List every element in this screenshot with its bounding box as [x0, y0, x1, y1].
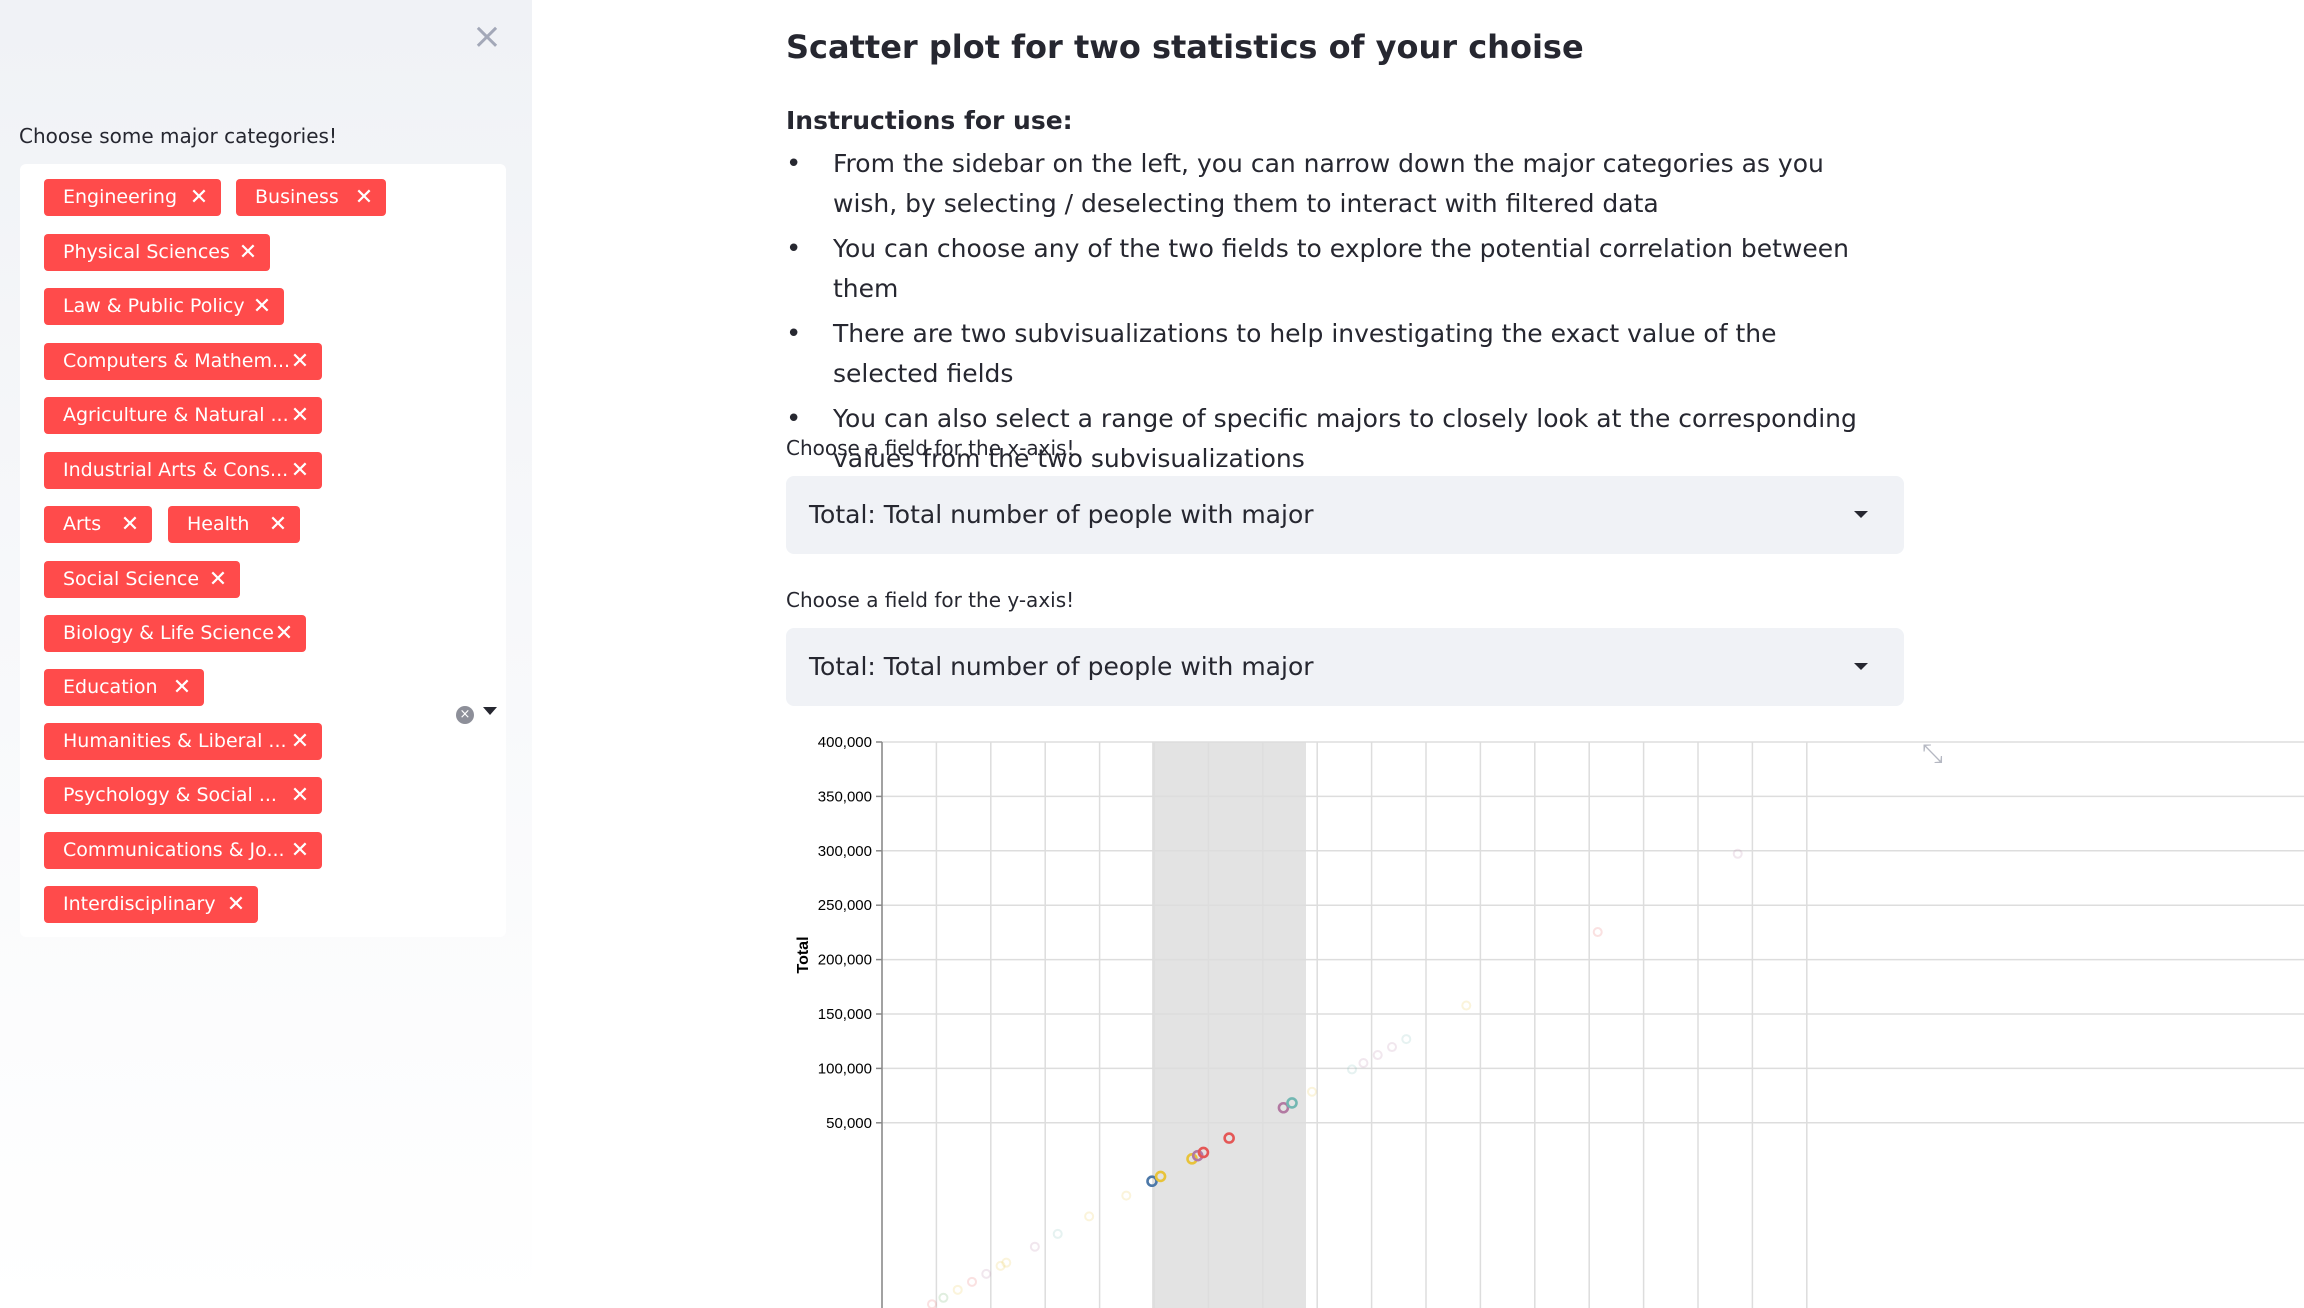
- tag-label: Engineering: [63, 186, 177, 208]
- tag-engineering: Engineering ✕: [44, 179, 221, 216]
- y-tick-label: 150,000: [818, 1006, 872, 1023]
- remove-tag-icon[interactable]: ✕: [278, 343, 322, 380]
- instruction-item: From the sidebar on the left, you can na…: [786, 144, 1886, 224]
- scatter-chart[interactable]: 400,000 350,000 300,000 250,000 200,000 150,0…: [780, 720, 2304, 1308]
- remove-tag-icon[interactable]: ✕: [240, 288, 284, 325]
- scatter-point-faded: [1052, 1228, 1063, 1239]
- x-axis-field-select[interactable]: Total: Total number of people with major: [786, 476, 1904, 554]
- close-sidebar-button[interactable]: ×: [470, 19, 504, 55]
- tag-agriculture-natural: Agriculture & Natural ... ✕: [44, 397, 322, 434]
- y-tick-label: 200,000: [818, 952, 872, 969]
- expand-icon[interactable]: ⤡: [1922, 740, 1950, 768]
- y-tick-label: 100,000: [818, 1060, 872, 1077]
- scatter-point-faded: [1084, 1211, 1095, 1222]
- tag-label: Humanities & Liberal ...: [63, 730, 287, 752]
- tag-label: Social Science: [63, 568, 200, 590]
- scatter-point-faded: [1121, 1190, 1132, 1201]
- tag-communications-journalism: Communications & Jo... ✕: [44, 832, 322, 869]
- y-tick-label: 300,000: [818, 843, 872, 860]
- tag-label: Psychology & Social ...: [63, 784, 277, 806]
- x-axis-field-label: Choose a field for the x-axis!: [786, 436, 1075, 460]
- scatter-point-faded: [1592, 927, 1603, 938]
- tag-label: Health: [187, 513, 250, 535]
- chevron-down-icon: [1854, 663, 1868, 670]
- scatter-point-faded: [967, 1276, 977, 1287]
- tag-interdisciplinary: Interdisciplinary ✕: [44, 886, 258, 923]
- remove-tag-icon[interactable]: ✕: [160, 669, 204, 706]
- tag-physical-sciences: Physical Sciences ✕: [44, 234, 270, 271]
- scatter-point-faded: [952, 1284, 963, 1295]
- scatter-point-faded: [1372, 1050, 1383, 1061]
- instructions-heading: Instructions for use:: [786, 106, 1073, 135]
- scatter-point-faded: [927, 1299, 937, 1308]
- y-axis-field-label: Choose a field for the y-axis!: [786, 588, 1075, 612]
- tag-label: Business: [255, 186, 339, 208]
- tag-label: Interdisciplinary: [63, 893, 216, 915]
- tag-label: Education: [63, 676, 158, 698]
- chevron-down-icon: [1854, 511, 1868, 518]
- y-tick-label: 50,000: [826, 1115, 872, 1132]
- sidebar: × Choose some major categories! Engineer…: [0, 0, 532, 1308]
- tag-arts: Arts ✕: [44, 506, 152, 543]
- y-tick-label: 250,000: [818, 897, 872, 914]
- tag-computers-mathematics: Computers & Mathem... ✕: [44, 343, 322, 380]
- scatter-point-faded: [1347, 1064, 1357, 1075]
- remove-tag-icon[interactable]: ✕: [278, 452, 322, 489]
- scatter-chart-svg[interactable]: 400,000 350,000 300,000 250,000 200,000 150,0…: [780, 720, 2304, 1308]
- major-categories-multiselect[interactable]: Engineering ✕ Business ✕ Physical Scienc…: [20, 164, 506, 937]
- y-axis-title: Total: [795, 936, 812, 973]
- remove-tag-icon[interactable]: ✕: [262, 615, 306, 652]
- tag-biology-life-science: Biology & Life Science ✕: [44, 615, 306, 652]
- remove-tag-icon[interactable]: ✕: [278, 777, 322, 814]
- y-tick-label: 350,000: [818, 788, 872, 805]
- tag-humanities-liberal: Humanities & Liberal ... ✕: [44, 723, 322, 760]
- tag-label: Industrial Arts & Cons...: [63, 459, 289, 481]
- y-axis-selected-value: Total: Total number of people with major: [809, 652, 1314, 681]
- y-axis-field-select[interactable]: Total: Total number of people with major: [786, 628, 1904, 706]
- tag-industrial-arts: Industrial Arts & Cons... ✕: [44, 452, 322, 489]
- tag-label: Computers & Mathem...: [63, 350, 291, 372]
- scatter-point-faded: [1358, 1058, 1369, 1069]
- remove-tag-icon[interactable]: ✕: [177, 179, 221, 216]
- scatter-point-faded: [1387, 1042, 1397, 1053]
- tag-label: Arts: [63, 513, 102, 535]
- remove-tag-icon[interactable]: ✕: [108, 506, 152, 543]
- scatter-point-faded: [938, 1292, 949, 1303]
- remove-tag-icon[interactable]: ✕: [226, 234, 270, 271]
- major-categories-label: Choose some major categories!: [19, 124, 337, 148]
- tag-label: Law & Public Policy: [63, 295, 245, 317]
- scatter-point-faded: [981, 1268, 992, 1279]
- scatter-point-faded: [1029, 1241, 1040, 1252]
- scatter-point-faded: [1461, 1000, 1472, 1011]
- remove-tag-icon[interactable]: ✕: [256, 506, 300, 543]
- remove-tag-icon[interactable]: ✕: [214, 886, 258, 923]
- tag-label: Biology & Life Science: [63, 622, 274, 644]
- scatter-point-faded: [1401, 1034, 1412, 1045]
- instruction-item: You can choose any of the two fields to …: [786, 229, 1886, 309]
- y-tick-label: 400,000: [818, 734, 872, 751]
- tag-social-science: Social Science ✕: [44, 561, 240, 598]
- instruction-item: There are two subvisualizations to help …: [786, 314, 1886, 394]
- tag-label: Agriculture & Natural ...: [63, 404, 289, 426]
- tag-psychology-social: Psychology & Social ... ✕: [44, 777, 322, 814]
- page-title: Scatter plot for two statistics of your …: [786, 28, 1584, 66]
- x-axis-selected-value: Total: Total number of people with major: [809, 500, 1314, 529]
- chevron-down-icon[interactable]: [483, 707, 497, 715]
- remove-tag-icon[interactable]: ✕: [278, 723, 322, 760]
- scatter-point-faded: [1307, 1086, 1317, 1097]
- remove-tag-icon[interactable]: ✕: [278, 832, 322, 869]
- remove-tag-icon[interactable]: ✕: [196, 561, 240, 598]
- remove-tag-icon[interactable]: ✕: [342, 179, 386, 216]
- remove-tag-icon[interactable]: ✕: [278, 397, 322, 434]
- selection-brush: [1152, 742, 1306, 1308]
- tag-health: Health ✕: [168, 506, 300, 543]
- tag-business: Business ✕: [236, 179, 386, 216]
- tag-education: Education ✕: [44, 669, 204, 706]
- tag-label: Physical Sciences: [63, 241, 230, 263]
- instructions-list: From the sidebar on the left, you can na…: [786, 144, 1886, 484]
- tag-law-public-policy: Law & Public Policy ✕: [44, 288, 284, 325]
- tag-label: Communications & Jo...: [63, 839, 285, 861]
- clear-all-icon[interactable]: ×: [456, 706, 474, 724]
